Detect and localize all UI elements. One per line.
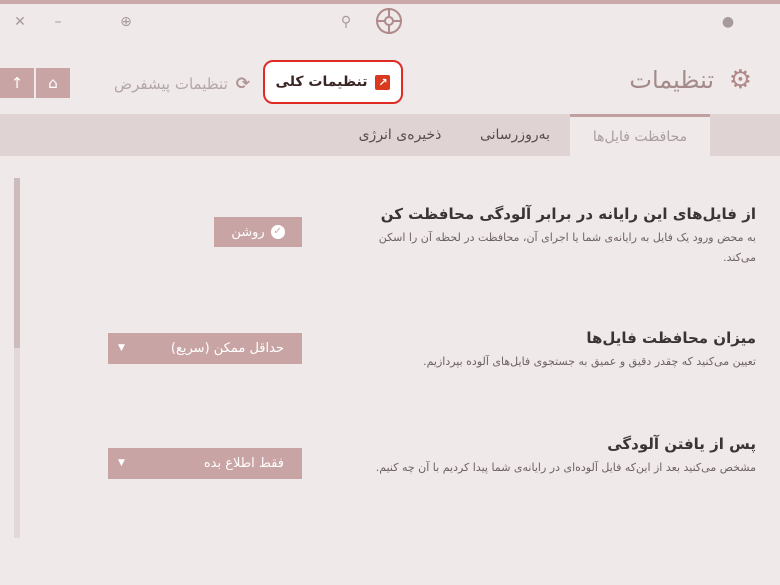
gear-icon: ⚙ [728,65,752,95]
home-icon[interactable]: ⌂ [36,68,70,98]
scrollbar-thumb[interactable] [14,178,20,348]
search-icon[interactable]: ⚲ [334,10,358,34]
after-infection-dropdown[interactable]: فقط اطلاع بده ▼ [108,448,302,479]
tab-bar: محافظت فایل‌ها به‌روزرسانی ذخیره‌ی انرژی [0,114,780,156]
chevron-down-icon: ▼ [118,343,125,353]
level-title: میزان محافظت فایل‌ها [586,329,756,347]
level-description: تعیین می‌کنید که چقدر دقیق و عمیق به جست… [423,355,756,368]
after-infection-title: پس از یافتن آلودگی [607,435,756,453]
settings-header: ↑ ⌂ ⟳ تنظیمات پیشفرض ↗ تنظیمات کلی تنظیم… [0,52,780,112]
page-title: تنظیمات [629,66,714,94]
advanced-settings-link[interactable]: ⟳ تنظیمات پیشفرض [114,74,250,94]
up-icon[interactable]: ↑ [0,68,34,98]
protection-toggle[interactable]: ✓ روشن [214,217,302,247]
general-settings-label: تنظیمات کلی [275,74,368,90]
toggle-label: روشن [231,224,265,240]
close-icon[interactable]: ✕ [8,10,32,34]
app-logo-icon [376,8,402,34]
protect-description: به محض ورود یک فایل به رایانه‌ی شما یا ا… [378,231,756,264]
refresh-icon: ⟳ [235,74,250,94]
tab-file-protection[interactable]: محافظت فایل‌ها [570,114,710,156]
check-icon: ✓ [270,225,285,239]
globe-icon[interactable]: ⊕ [114,10,138,34]
advanced-settings-label: تنظیمات پیشفرض [114,75,228,93]
dropdown-value: فقط اطلاع بده [203,456,284,471]
user-icon[interactable]: ● [716,10,740,34]
tab-energy-saving[interactable]: ذخیره‌ی انرژی [345,114,455,156]
dropdown-value: حداقل ممکن (سریع) [170,341,284,356]
tab-update[interactable]: به‌روزرسانی [470,114,560,156]
minimize-icon[interactable]: – [46,10,70,34]
scrollbar[interactable] [14,178,20,538]
after-infection-description: مشخص می‌کنید بعد از این‌که فایل آلوده‌ای… [375,461,756,474]
external-link-icon: ↗ [375,74,391,90]
chevron-down-icon: ▼ [118,458,125,468]
protection-level-dropdown[interactable]: حداقل ممکن (سریع) ▼ [108,333,302,364]
protect-title: از فایل‌های این رایانه در برابر آلودگی م… [380,205,756,223]
general-settings-button[interactable]: ↗ تنظیمات کلی [263,60,403,104]
title-bar: ✕ – ⊕ ⚲ ● [0,4,780,40]
